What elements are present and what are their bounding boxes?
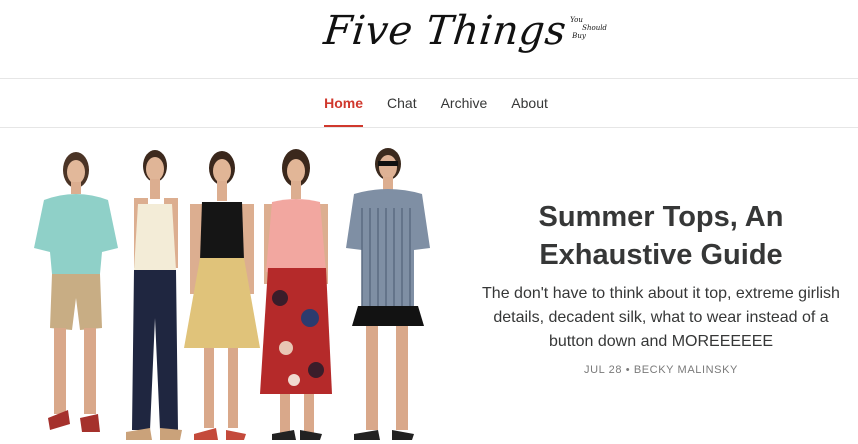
logo-tagline: You Should Buy <box>570 16 610 40</box>
site-header: Five Things You Should Buy <box>0 0 858 79</box>
logo-title: Five Things <box>321 8 569 54</box>
outfit-figure-2 <box>126 150 182 440</box>
logo-tagline-word: You <box>570 16 583 24</box>
post-author[interactable]: BECKY MALINSKY <box>634 364 738 376</box>
featured-post-image[interactable] <box>14 148 439 444</box>
outfit-figure-4 <box>260 149 332 440</box>
nav-chat[interactable]: Chat <box>387 79 417 127</box>
site-logo[interactable]: Five Things You Should Buy <box>321 8 610 54</box>
logo-tagline-word: Buy <box>572 32 586 40</box>
post-meta: JUL 28 • BECKY MALINSKY <box>470 364 852 376</box>
outfit-figure-5 <box>346 148 430 440</box>
outfit-figure-1 <box>34 152 118 432</box>
nav-about[interactable]: About <box>511 79 548 127</box>
post-title[interactable]: Summer Tops, An Exhaustive Guide <box>470 198 852 274</box>
nav-archive[interactable]: Archive <box>441 79 488 127</box>
nav-home[interactable]: Home <box>324 79 363 127</box>
featured-post-text: Summer Tops, An Exhaustive Guide The don… <box>470 198 852 376</box>
outfit-figure-3 <box>184 151 260 440</box>
logo-tagline-word: Should <box>582 24 607 32</box>
featured-post[interactable]: Summer Tops, An Exhaustive Guide The don… <box>0 128 858 444</box>
main-nav: Home Chat Archive About <box>0 79 858 128</box>
meta-separator: • <box>625 364 631 376</box>
post-subtitle: The don't have to think about it top, ex… <box>482 285 840 350</box>
post-date: JUL 28 <box>584 364 623 376</box>
